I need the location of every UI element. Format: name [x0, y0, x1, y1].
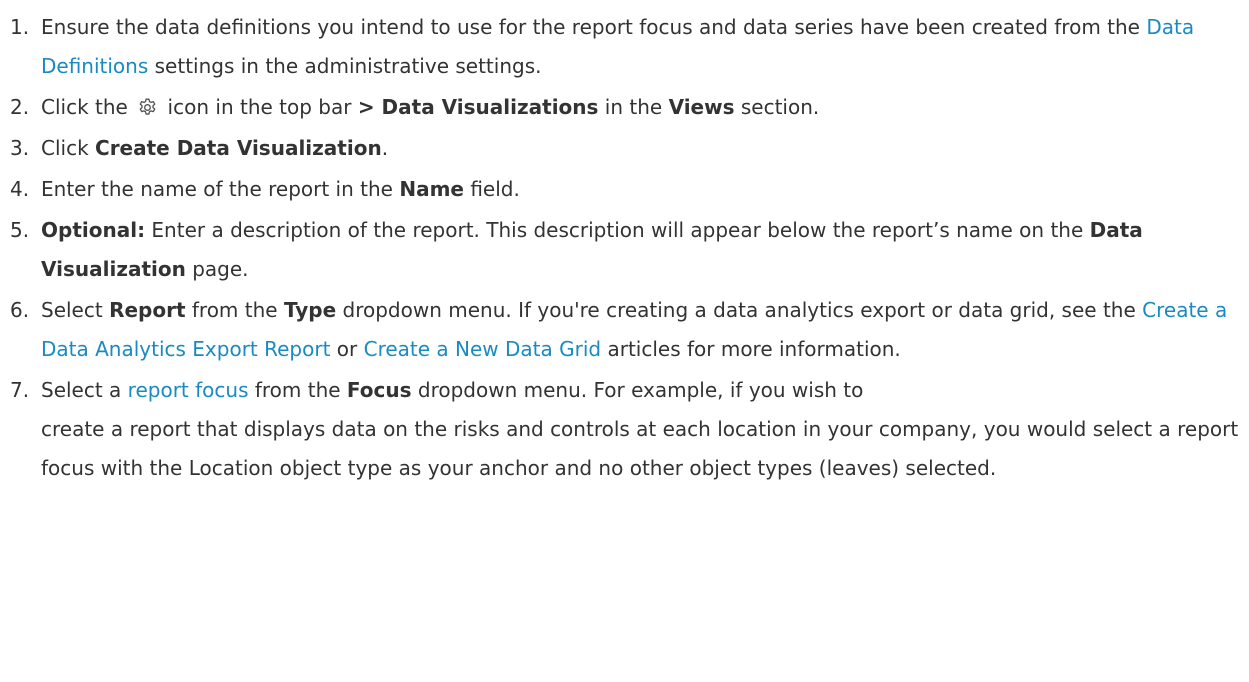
step-bold: Focus — [346, 378, 412, 402]
step-bold: Optional: — [41, 218, 146, 242]
step-text: or — [330, 337, 364, 361]
step-number: 1. — [10, 15, 30, 39]
step-text: . — [381, 136, 389, 160]
step-text: icon in the top bar — [161, 95, 358, 119]
step-number: 6. — [10, 298, 30, 322]
step-text: settings in the administrative settings. — [148, 54, 542, 78]
step-number: 7. — [10, 378, 30, 402]
step-text: field. — [463, 177, 520, 201]
step-number: 4. — [10, 177, 30, 201]
step-text: Select — [41, 298, 110, 322]
step-text: Enter the name of the report in the — [41, 177, 400, 201]
step-bold: Create Data Visualization — [95, 136, 382, 160]
step-bold: Views — [668, 95, 735, 119]
step-text: Enter a description of the report. This … — [145, 218, 1090, 242]
instruction-steps: 1. Ensure the data definitions you inten… — [0, 0, 1249, 488]
step-text: section. — [734, 95, 820, 119]
step-7: 7. Select a report focus from the Focus … — [0, 371, 1249, 488]
step-2: 2. Click the icon in the top bar > Data … — [0, 88, 1249, 127]
step-text: Ensure the data definitions you intend t… — [41, 15, 1147, 39]
step-text: Select a — [41, 378, 128, 402]
step-text: page. — [185, 257, 249, 281]
new-data-grid-link[interactable]: Create a New Data Grid — [364, 337, 602, 361]
step-5: 5. Optional: Enter a description of the … — [0, 211, 1249, 289]
step-6: 6. Select Report from the Type dropdown … — [0, 291, 1249, 369]
step-text: articles for more information. — [601, 337, 901, 361]
step-number: 2. — [10, 95, 30, 119]
step-1: 1. Ensure the data definitions you inten… — [0, 8, 1249, 86]
step-3: 3. Click Create Data Visualization. — [0, 129, 1249, 168]
step-bold: Report — [109, 298, 186, 322]
step-4: 4. Enter the name of the report in the N… — [0, 170, 1249, 209]
step-text: dropdown menu. For example, if you wish … — [411, 378, 864, 402]
step-bold: Type — [283, 298, 337, 322]
step-text: Click the — [41, 95, 135, 119]
step-text: Click — [41, 136, 96, 160]
report-focus-link[interactable]: report focus — [128, 378, 249, 402]
step-number: 3. — [10, 136, 30, 160]
gear-icon — [137, 92, 158, 115]
step-bold: > Data Visualizations — [357, 95, 599, 119]
step-text: create a report that displays data on th… — [41, 417, 1239, 480]
step-text: dropdown menu. If you're creating a data… — [336, 298, 1143, 322]
step-text: from the — [185, 298, 284, 322]
step-bold: Name — [399, 177, 464, 201]
step-number: 5. — [10, 218, 30, 242]
step-text: from the — [248, 378, 347, 402]
step-text: in the — [598, 95, 669, 119]
